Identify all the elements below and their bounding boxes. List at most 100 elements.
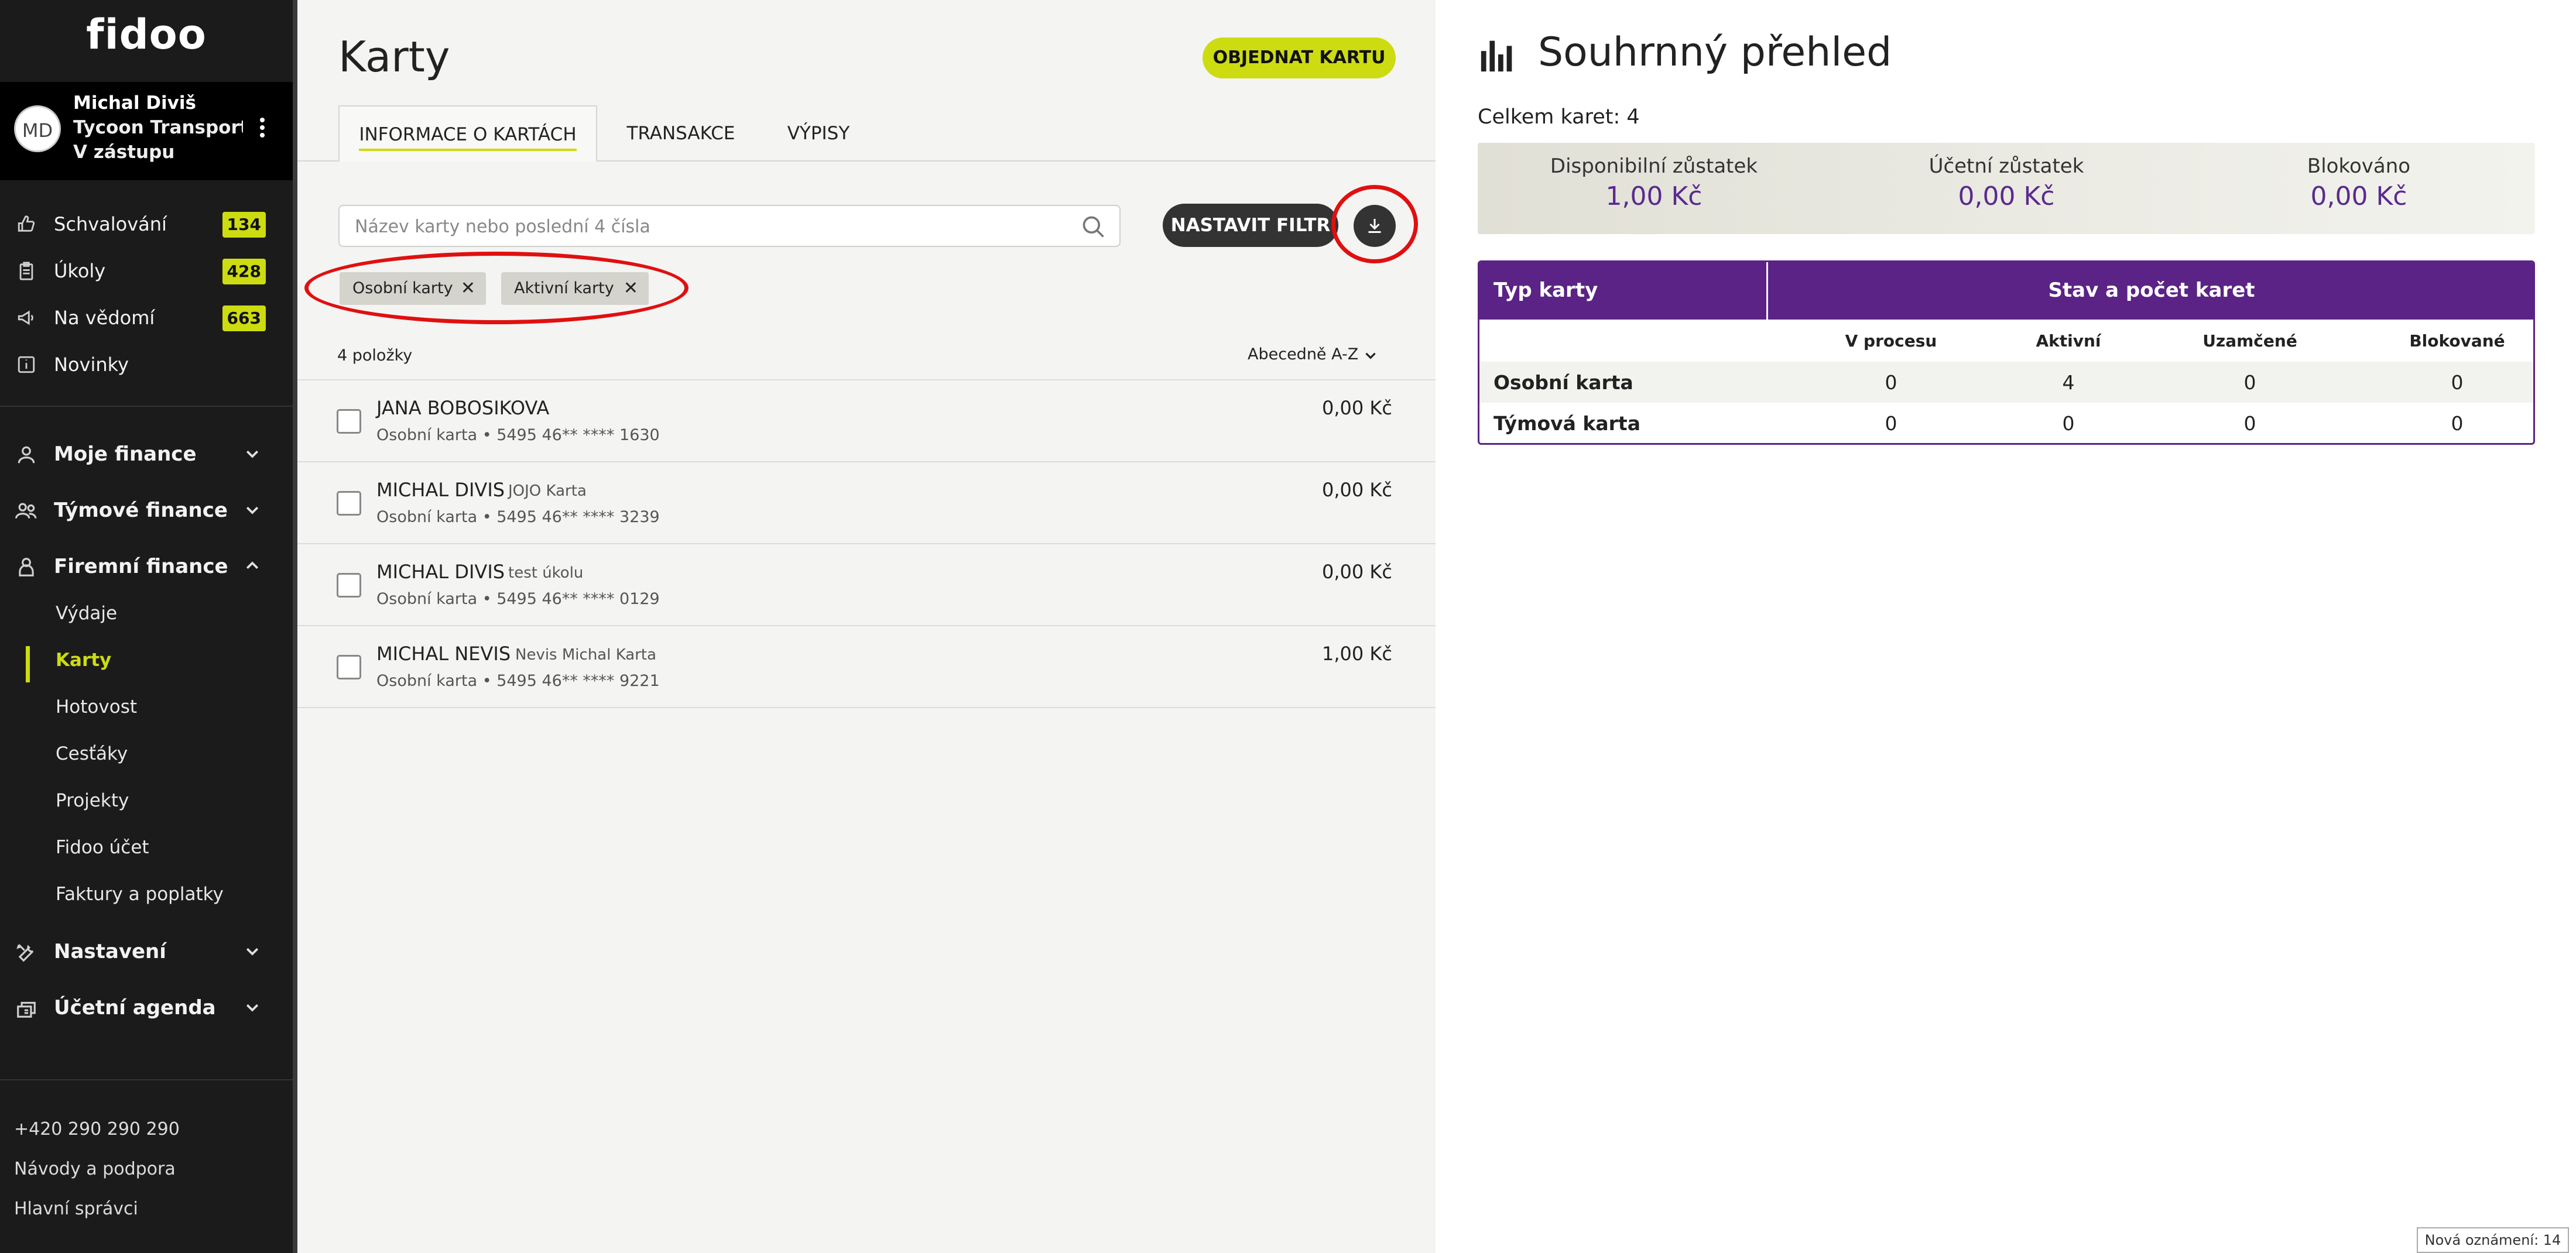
balance-accounting: Účetní zůstatek 0,00 Kč: [1830, 155, 2183, 211]
card-amount: 0,00 Kč: [1322, 479, 1392, 501]
cell-value: 0: [2243, 412, 2256, 435]
sidebar-item-hotovost[interactable]: Hotovost: [56, 696, 137, 718]
card-meta: Osobní karta • 5495 46** **** 0129: [376, 590, 660, 608]
sidebar-item-karty[interactable]: Karty: [56, 650, 111, 671]
sidebar-item-vydaje[interactable]: Výdaje: [56, 603, 117, 624]
cell-value: 0: [1885, 412, 1897, 435]
sidebar: fidoo MD Michal Diviš Tycoon Transport .…: [0, 0, 293, 1253]
active-indicator: [26, 646, 30, 682]
nav-item-novinky[interactable]: Novinky: [0, 346, 293, 382]
card-holder: MICHAL NEVIS: [376, 643, 511, 665]
page-title: Karty: [338, 32, 450, 81]
card-amount: 0,00 Kč: [1322, 561, 1392, 583]
row-card-type: Týmová karta: [1493, 412, 1640, 435]
total-cards: Celkem karet: 4: [1478, 105, 1640, 129]
support-phone[interactable]: +420 290 290 290: [14, 1119, 180, 1139]
user-role: V zástupu: [73, 142, 175, 163]
help-link[interactable]: Návody a podpora: [14, 1159, 176, 1179]
balance-value: 1,00 Kč: [1605, 181, 1703, 211]
card-meta: Osobní karta • 5495 46** **** 3239: [376, 508, 660, 526]
tab-transactions[interactable]: TRANSAKCE: [608, 105, 754, 162]
bar-chart-icon: [1481, 40, 1512, 72]
sidebar-item-projekty[interactable]: Projekty: [56, 790, 129, 811]
chevron-down-icon: [246, 506, 259, 514]
search-input[interactable]: [354, 213, 1056, 240]
balance-label: Disponibilní zůstatek: [1550, 155, 1758, 178]
card-holder: JANA BOBOSIKOVA: [376, 397, 550, 419]
cards-panel: Karty OBJEDNAT KARTU INFORMACE O KARTÁCH…: [297, 0, 1436, 1253]
section-label: Nastavení: [54, 940, 166, 963]
user-block[interactable]: MD Michal Diviš Tycoon Transport ... V z…: [0, 82, 293, 180]
table-row[interactable]: MICHAL NEVIS Nevis Michal Karta Osobní k…: [297, 625, 1436, 708]
accounting-icon: [15, 997, 37, 1019]
tab-bar: INFORMACE O KARTÁCH TRANSAKCE VÝPISY: [297, 105, 1436, 162]
tools-icon: [15, 941, 37, 963]
user-icon: [15, 444, 37, 466]
card-alias: test úkolu: [508, 564, 584, 582]
nav-section-tymove-finance[interactable]: Týmové finance: [0, 490, 293, 531]
user-company: Tycoon Transport ...: [73, 117, 243, 138]
set-filter-button[interactable]: NASTAVIT FILTR: [1163, 204, 1338, 247]
admins-link[interactable]: Hlavní správci: [14, 1199, 138, 1219]
chevron-down-icon: [246, 948, 259, 956]
balance-value: 0,00 Kč: [1958, 181, 2055, 211]
subcol-active: Aktivní: [2036, 331, 2101, 351]
count-badge: 663: [222, 305, 266, 331]
sidebar-item-cestaky[interactable]: Cesťáky: [56, 743, 128, 764]
card-amount: 1,00 Kč: [1322, 643, 1392, 665]
section-label: Firemní finance: [54, 555, 228, 578]
nav-section-firemni-finance[interactable]: Firemní finance: [0, 547, 293, 588]
chevron-down-icon[interactable]: [1363, 348, 1378, 363]
sidebar-scrollbar[interactable]: [293, 0, 297, 1253]
row-checkbox[interactable]: [337, 573, 361, 598]
nav-item-ukoly[interactable]: Úkoly 428: [0, 253, 293, 288]
avatar[interactable]: MD: [14, 105, 61, 152]
subcol-in-process: V procesu: [1845, 331, 1937, 351]
nav-item-schvalovani[interactable]: Schvalování 134: [0, 206, 293, 241]
info-icon: [16, 355, 36, 375]
tab-label: INFORMACE O KARTÁCH: [359, 124, 577, 151]
tab-statements[interactable]: VÝPISY: [760, 105, 877, 162]
sidebar-item-fidoo-ucet[interactable]: Fidoo účet: [56, 837, 149, 858]
cell-value: 0: [2451, 371, 2464, 394]
col-card-type: Typ karty: [1493, 279, 1598, 302]
card-holder: MICHAL DIVIS: [376, 561, 505, 583]
balance-label: Blokováno: [2307, 155, 2411, 178]
balance-label: Účetní zůstatek: [1928, 155, 2084, 178]
card-alias: Nevis Michal Karta: [515, 646, 657, 664]
divider: [0, 406, 293, 407]
card-meta: Osobní karta • 5495 46** **** 9221: [376, 672, 660, 690]
row-checkbox[interactable]: [337, 409, 361, 434]
table-row[interactable]: MICHAL DIVIS test úkolu Osobní karta • 5…: [297, 543, 1436, 625]
cell-value: 0: [2451, 412, 2464, 435]
cell-value: 0: [1885, 371, 1897, 394]
notification-toast[interactable]: Nová oznámení: 14: [2417, 1227, 2569, 1253]
more-options-icon[interactable]: [256, 116, 268, 144]
search-box: [338, 205, 1121, 247]
megaphone-icon: [16, 308, 36, 328]
section-label: Moje finance: [54, 442, 197, 466]
sidebar-item-faktury[interactable]: Faktury a poplatky: [56, 884, 224, 905]
nav-section-moje-finance[interactable]: Moje finance: [0, 434, 293, 475]
count-badge: 134: [222, 212, 266, 238]
sort-select[interactable]: Abecedně A-Z: [1248, 345, 1358, 363]
nav-label: Novinky: [54, 353, 129, 376]
search-icon[interactable]: [1081, 214, 1107, 240]
table-row[interactable]: MICHAL DIVIS JOJO Karta Osobní karta • 5…: [297, 461, 1436, 543]
order-card-button[interactable]: OBJEDNAT KARTU: [1203, 37, 1396, 78]
fidoo-logo[interactable]: fidoo: [0, 11, 293, 59]
row-checkbox[interactable]: [337, 655, 361, 679]
section-label: Týmové finance: [54, 499, 228, 522]
nav-item-na-vedomi[interactable]: Na vědomí 663: [0, 300, 293, 335]
row-checkbox[interactable]: [337, 491, 361, 516]
nav-section-ucetni-agenda[interactable]: Účetní agenda: [0, 988, 293, 1029]
tab-card-info[interactable]: INFORMACE O KARTÁCH: [338, 105, 597, 162]
table-row[interactable]: JANA BOBOSIKOVA Osobní karta • 5495 46**…: [297, 379, 1436, 461]
nav-section-nastaveni[interactable]: Nastavení: [0, 932, 293, 973]
balance-box: Disponibilní zůstatek 1,00 Kč Účetní zůs…: [1478, 143, 2535, 234]
col-status-count: Stav a počet karet: [2048, 279, 2255, 302]
subcol-locked: Uzamčené: [2202, 331, 2297, 351]
nav-label: Schvalování: [54, 213, 167, 235]
chevron-up-icon: [246, 561, 259, 569]
highlight-ring: [1331, 185, 1418, 263]
